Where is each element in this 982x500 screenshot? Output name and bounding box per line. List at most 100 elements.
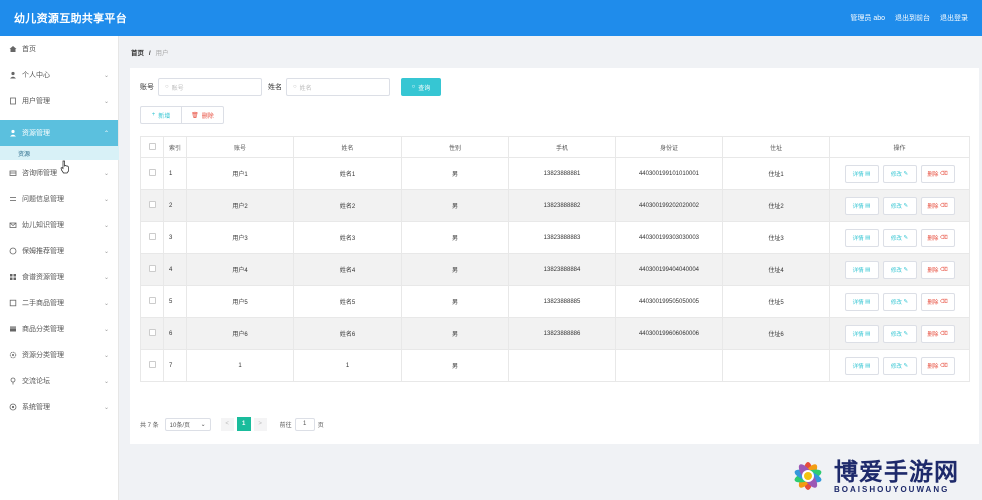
query-button[interactable]: ○ 查询 bbox=[401, 78, 441, 96]
chevron-down-icon: ⌄ bbox=[103, 98, 109, 105]
delete-button[interactable]: 删除 ⌫ bbox=[920, 260, 955, 279]
detail-button[interactable]: 详情 ▤ bbox=[844, 260, 879, 279]
detail-button[interactable]: 详情 ▤ bbox=[844, 356, 879, 375]
row-checkbox[interactable] bbox=[140, 349, 164, 382]
edit-button[interactable]: 修改 ✎ bbox=[882, 228, 917, 247]
sidebar-item-resources[interactable]: 资源管理 ⌃ bbox=[0, 120, 118, 146]
trash-icon: ⌫ bbox=[939, 170, 948, 177]
edit-button[interactable]: 修改 ✎ bbox=[882, 196, 917, 215]
goto-page-input[interactable]: 1 bbox=[294, 417, 315, 431]
delete-button[interactable]: 删除 ⌫ bbox=[920, 228, 955, 247]
row-checkbox[interactable] bbox=[140, 189, 164, 222]
detail-button[interactable]: 详情 ▤ bbox=[844, 324, 879, 343]
next-page-button[interactable]: > bbox=[253, 417, 267, 431]
account-label: 账号 bbox=[140, 84, 154, 91]
grid-icon bbox=[9, 273, 17, 281]
back-to-frontend-link[interactable]: 退出到前台 bbox=[895, 13, 930, 23]
sidebar-item-label: 系统管理 bbox=[22, 404, 50, 411]
cell-phone: 13823888883 bbox=[508, 221, 616, 254]
page-size-select[interactable]: 10条/页 ⌄ bbox=[164, 417, 211, 431]
delete-button[interactable]: 删除 ⌫ bbox=[920, 164, 955, 183]
trash-icon: ⌫ bbox=[939, 234, 948, 241]
cell-index: 2 bbox=[163, 189, 187, 222]
table-row: 7 1 1 男详情 ▤ 修改 ✎ 删除 ⌫ bbox=[140, 349, 970, 382]
sidebar-subitem-resource[interactable]: 资源 bbox=[0, 146, 119, 160]
watermark-subtitle: BOAISHOUYOUWANG bbox=[834, 484, 950, 494]
edit-icon: ✎ bbox=[903, 330, 909, 337]
detail-icon: ▤ bbox=[865, 266, 871, 273]
chevron-down-icon: ⌄ bbox=[103, 352, 109, 359]
search-icon: ○ bbox=[293, 84, 297, 90]
sidebar-item-counselors[interactable]: 咨询师管理 ⌄ bbox=[0, 160, 118, 186]
delete-button[interactable]: 删除 ⌫ bbox=[920, 196, 955, 215]
account-search-input[interactable]: ○ 账号 bbox=[158, 78, 262, 96]
trash-icon: ⌫ bbox=[939, 266, 948, 273]
sidebar-item-forum[interactable]: 交流论坛 ⌄ bbox=[0, 368, 118, 394]
sidebar-item-secondhand[interactable]: 二手商品管理 ⌄ bbox=[0, 290, 118, 316]
cell-index: 6 bbox=[163, 317, 187, 350]
row-checkbox[interactable] bbox=[140, 253, 164, 286]
logout-link[interactable]: 退出登录 bbox=[940, 13, 968, 23]
detail-button[interactable]: 详情 ▤ bbox=[844, 228, 879, 247]
edit-button[interactable]: 修改 ✎ bbox=[882, 356, 917, 375]
cell-name: 姓名5 bbox=[293, 285, 402, 318]
batch-delete-button[interactable]: 🗑 删除 bbox=[182, 106, 224, 124]
edit-button[interactable]: 修改 ✎ bbox=[882, 292, 917, 311]
edit-label: 修改 bbox=[890, 267, 902, 274]
select-all-checkbox[interactable] bbox=[140, 136, 164, 158]
edit-button[interactable]: 修改 ✎ bbox=[882, 260, 917, 279]
detail-label: 详情 bbox=[852, 203, 864, 210]
edit-label: 修改 bbox=[890, 171, 902, 178]
delete-button[interactable]: 删除 ⌫ bbox=[920, 292, 955, 311]
query-button-label: 查询 bbox=[418, 85, 431, 92]
name-search-input[interactable]: ○ 姓名 bbox=[286, 78, 390, 96]
cell-name: 姓名2 bbox=[293, 189, 402, 222]
sidebar-item-users[interactable]: 用户管理 ⌄ bbox=[0, 88, 118, 114]
cell-phone: 13823888882 bbox=[508, 189, 616, 222]
detail-button[interactable]: 详情 ▤ bbox=[844, 292, 879, 311]
sidebar-item-system[interactable]: 系统管理 ⌄ bbox=[0, 394, 118, 420]
admin-user-label[interactable]: 管理员 abo bbox=[850, 13, 885, 23]
cell-address: 住址2 bbox=[722, 189, 830, 222]
edit-button[interactable]: 修改 ✎ bbox=[882, 324, 917, 343]
square-icon bbox=[9, 299, 17, 307]
row-checkbox[interactable] bbox=[140, 285, 164, 318]
delete-button[interactable]: 删除 ⌫ bbox=[920, 356, 955, 375]
chevron-down-icon: ⌄ bbox=[103, 72, 109, 79]
goto-page: 前往 1 页 bbox=[279, 417, 324, 431]
sidebar-item-recipes[interactable]: 食谱资源管理 ⌄ bbox=[0, 264, 118, 290]
prev-page-button[interactable]: < bbox=[220, 417, 234, 431]
table-row: 3 用户3 姓名3 男 13823888883 440300199303030003 住址3… bbox=[140, 221, 970, 254]
row-checkbox[interactable] bbox=[140, 221, 164, 254]
sidebar-item-home[interactable]: 首页 bbox=[0, 36, 118, 62]
add-button[interactable]: + 新增 bbox=[140, 106, 182, 124]
row-checkbox[interactable] bbox=[140, 317, 164, 350]
goto-label: 前往 bbox=[279, 422, 292, 429]
sidebar-item-knowledge[interactable]: 幼儿知识管理 ⌄ bbox=[0, 212, 118, 238]
trash-icon: ⌫ bbox=[939, 298, 948, 305]
sidebar-item-nanny[interactable]: 保姆推荐管理 ⌄ bbox=[0, 238, 118, 264]
edit-label: 修改 bbox=[890, 235, 902, 242]
sidebar-item-resource-categories[interactable]: 资源分类管理 ⌄ bbox=[0, 342, 118, 368]
breadcrumb-home[interactable]: 首页 bbox=[131, 50, 144, 57]
sidebar-item-product-categories[interactable]: 商品分类管理 ⌄ bbox=[0, 316, 118, 342]
column-header: 索引 bbox=[163, 136, 187, 158]
delete-button[interactable]: 删除 ⌫ bbox=[920, 324, 955, 343]
sidebar-item-profile[interactable]: 个人中心 ⌄ bbox=[0, 62, 118, 88]
row-checkbox[interactable] bbox=[140, 157, 164, 190]
sidebar-item-label: 用户管理 bbox=[22, 98, 50, 105]
cell-phone: 13823888881 bbox=[508, 157, 616, 190]
chevron-down-icon: ⌄ bbox=[103, 300, 109, 307]
delete-label: 删除 bbox=[927, 235, 939, 242]
sidebar-item-questions[interactable]: 问题信息管理 ⌄ bbox=[0, 186, 118, 212]
cell-name: 姓名1 bbox=[293, 157, 402, 190]
detail-button[interactable]: 详情 ▤ bbox=[844, 164, 879, 183]
delete-label: 删除 bbox=[927, 267, 939, 274]
cell-index: 7 bbox=[163, 349, 187, 382]
detail-label: 详情 bbox=[852, 331, 864, 338]
table-row: 6 用户6 姓名6 男 13823888886 440300199606060006 住址6… bbox=[140, 317, 970, 350]
detail-button[interactable]: 详情 ▤ bbox=[844, 196, 879, 215]
page-number-current[interactable]: 1 bbox=[236, 417, 251, 431]
edit-button[interactable]: 修改 ✎ bbox=[882, 164, 917, 183]
breadcrumb-current: 用户 bbox=[155, 50, 169, 57]
